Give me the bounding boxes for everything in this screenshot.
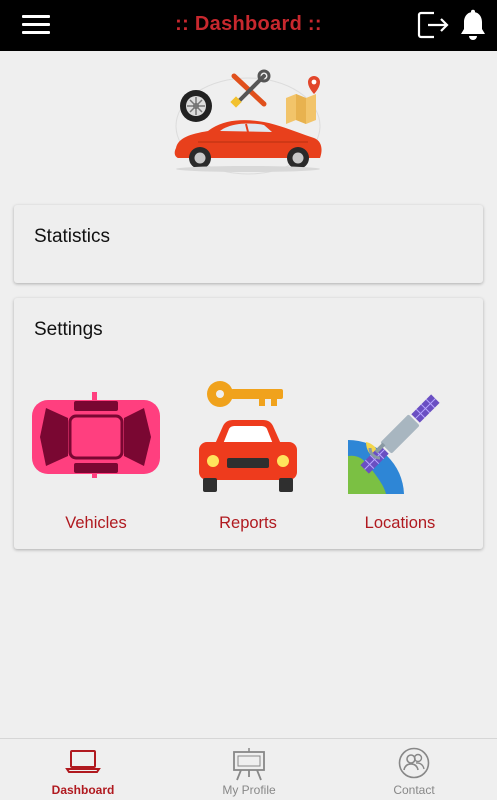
statistics-title: Statistics bbox=[34, 226, 111, 247]
easel-icon bbox=[233, 748, 265, 781]
satellite-globe-icon bbox=[348, 394, 440, 494]
vehicles-tile[interactable]: Vehicles bbox=[21, 378, 171, 538]
contacts-icon bbox=[398, 747, 430, 779]
locations-tile[interactable]: Locations bbox=[325, 378, 475, 538]
app-header: :: Dashboard :: bbox=[0, 0, 497, 51]
tab-my-profile[interactable]: My Profile bbox=[166, 739, 332, 800]
tab-dashboard-label: Dashboard bbox=[51, 783, 115, 797]
settings-card: Settings Vehicles Reports Locations bbox=[14, 298, 483, 549]
statistics-card[interactable]: Statistics bbox=[14, 205, 483, 283]
tab-my-profile-label: My Profile bbox=[222, 783, 276, 797]
car-key-icon bbox=[199, 381, 297, 492]
logout-icon bbox=[417, 11, 449, 39]
laptop-icon bbox=[65, 750, 101, 773]
notifications-button[interactable] bbox=[459, 9, 487, 41]
reports-tile[interactable]: Reports bbox=[173, 378, 323, 538]
car-services-illustration bbox=[174, 69, 322, 175]
hero-illustration bbox=[168, 68, 328, 176]
bottom-tab-bar: Dashboard My Profile Contact bbox=[0, 738, 497, 800]
locations-label: Locations bbox=[364, 514, 436, 532]
logout-button[interactable] bbox=[416, 10, 450, 40]
vehicles-label: Vehicles bbox=[65, 514, 127, 532]
settings-title: Settings bbox=[34, 319, 103, 340]
tab-contact[interactable]: Contact bbox=[331, 739, 497, 800]
tab-dashboard[interactable]: Dashboard bbox=[0, 739, 166, 800]
reports-label: Reports bbox=[219, 514, 277, 532]
car-top-view-icon bbox=[32, 392, 160, 478]
tab-contact-label: Contact bbox=[393, 783, 435, 797]
bell-icon bbox=[461, 9, 485, 40]
